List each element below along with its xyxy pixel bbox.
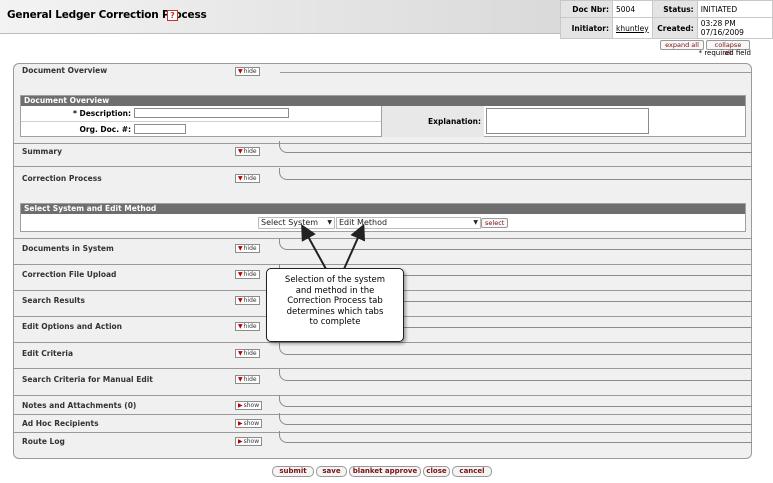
initiator-link[interactable]: khuntley: [612, 17, 653, 39]
triangle-down-icon: ▼: [238, 297, 243, 304]
annotation-callout: Selection of the system and method in th…: [266, 268, 404, 342]
document-overview-panel: Document Overview * Description: Org. Do…: [20, 95, 746, 137]
hide-button[interactable]: ▼hide: [235, 67, 260, 76]
tab-label: Correction File Upload: [22, 270, 117, 279]
hide-button[interactable]: ▼hide: [235, 375, 260, 384]
expand-all-button[interactable]: expand all: [660, 40, 704, 50]
tab-label: Ad Hoc Recipients: [22, 419, 99, 428]
callout-line: determines which tabs: [286, 306, 384, 317]
tab-label: Edit Criteria: [22, 349, 74, 358]
system-select[interactable]: Select System ▼: [258, 217, 335, 229]
document-header: General Ledger Correction Process ? Doc …: [0, 0, 773, 39]
tab-label: Notes and Attachments (0): [22, 401, 137, 410]
panel-header: Document Overview: [21, 96, 745, 106]
triangle-down-icon: ▼: [238, 350, 243, 357]
hide-button[interactable]: ▼hide: [235, 174, 260, 183]
doc-nbr-value: 5004: [612, 0, 653, 18]
created-value: 03:28 PM 07/16/2009: [696, 17, 773, 39]
callout-line: to complete: [309, 317, 361, 327]
panel-header: Select System and Edit Method: [21, 204, 745, 214]
triangle-right-icon: ▶: [238, 402, 243, 409]
tab-search-criteria-manual-edit: Search Criteria for Manual Edit ▼hide: [13, 369, 752, 388]
required-field-note: * required field: [698, 49, 751, 57]
triangle-down-icon: ▼: [238, 175, 243, 182]
dropdown-arrow-icon: ▼: [473, 219, 478, 226]
tab-summary: Summary ▼hide: [13, 141, 752, 160]
hide-button[interactable]: ▼hide: [235, 147, 260, 156]
triangle-down-icon: ▼: [238, 376, 243, 383]
tab-label: Document Overview: [22, 66, 108, 75]
tab-notes-and-attachments: Notes and Attachments (0) ▶show: [13, 395, 752, 414]
explanation-label: Explanation:: [427, 117, 481, 126]
hide-button[interactable]: ▼hide: [235, 349, 260, 358]
org-doc-label: Org. Doc. #:: [79, 125, 131, 134]
document-info-table: Doc Nbr: 5004 Status: INITIATED Initiato…: [560, 0, 773, 39]
select-button[interactable]: select: [481, 218, 508, 228]
callout-line: Selection of the system: [284, 275, 386, 285]
triangle-down-icon: ▼: [238, 68, 243, 75]
close-button[interactable]: close: [423, 466, 450, 477]
tab-documents-in-system: Documents in System ▼hide: [13, 238, 752, 257]
tab-label: Documents in System: [22, 244, 114, 253]
tab-label: Search Criteria for Manual Edit: [22, 375, 153, 384]
tab-label: Edit Options and Action: [22, 322, 123, 331]
dropdown-arrow-icon: ▼: [327, 219, 332, 226]
hide-button[interactable]: ▼hide: [235, 270, 260, 279]
initiator-label: Initiator:: [560, 17, 613, 39]
save-button[interactable]: save: [316, 466, 347, 477]
doc-nbr-label: Doc Nbr:: [560, 0, 613, 18]
hide-button[interactable]: ▼hide: [235, 244, 260, 253]
blanket-approve-button[interactable]: blanket approve: [349, 466, 421, 477]
show-button[interactable]: ▶show: [235, 419, 263, 428]
status-label: Status:: [651, 0, 698, 18]
callout-line: and method in the: [295, 285, 375, 296]
hide-button[interactable]: ▼hide: [235, 322, 260, 331]
description-label: * Description:: [72, 109, 131, 118]
cancel-button[interactable]: cancel: [452, 466, 492, 477]
tab-edit-criteria: Edit Criteria ▼hide: [13, 343, 752, 362]
status-value: INITIATED: [696, 0, 773, 18]
explanation-textarea[interactable]: [486, 108, 649, 134]
org-doc-field[interactable]: [134, 124, 186, 134]
select-system-panel: Select System and Edit Method Select Sys…: [20, 203, 746, 232]
triangle-right-icon: ▶: [238, 438, 243, 445]
submit-button[interactable]: submit: [272, 466, 314, 477]
triangle-down-icon: ▼: [238, 271, 243, 278]
tab-label: Correction Process: [22, 174, 102, 183]
tab-route-log: Route Log ▶show: [13, 431, 752, 450]
help-icon[interactable]: ?: [167, 10, 178, 21]
tab-ad-hoc-recipients: Ad Hoc Recipients ▶show: [13, 413, 752, 432]
tab-correction-process: Correction Process ▼hide: [13, 168, 752, 187]
callout-line: Correction Process tab: [287, 296, 383, 306]
edit-method-select[interactable]: Edit Method ▼: [336, 217, 481, 229]
triangle-down-icon: ▼: [238, 148, 243, 155]
tab-label: Route Log: [22, 437, 65, 446]
tab-label: Search Results: [22, 296, 85, 305]
created-label: Created:: [651, 17, 698, 39]
triangle-right-icon: ▶: [238, 420, 243, 427]
tab-label: Summary: [22, 147, 63, 156]
triangle-down-icon: ▼: [238, 245, 243, 252]
hide-button[interactable]: ▼hide: [235, 296, 260, 305]
show-button[interactable]: ▶show: [235, 401, 263, 410]
triangle-down-icon: ▼: [238, 323, 243, 330]
description-field[interactable]: [134, 108, 289, 118]
show-button[interactable]: ▶show: [235, 437, 263, 446]
